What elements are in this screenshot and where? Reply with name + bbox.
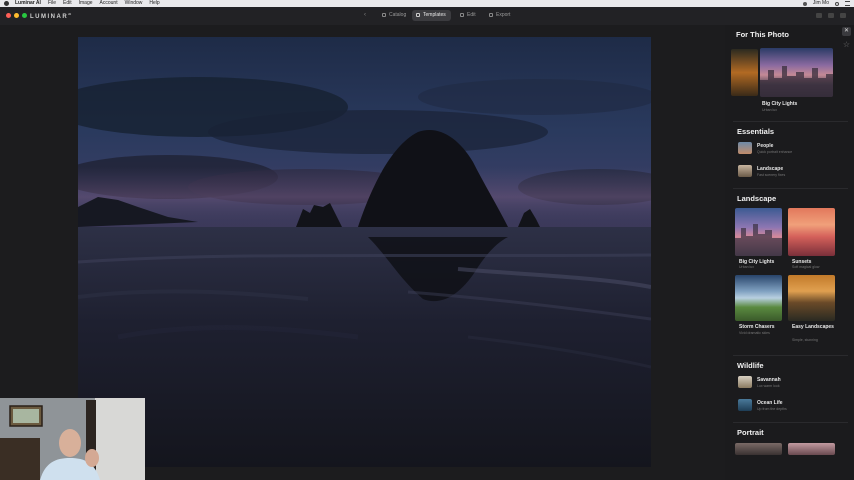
city-skyline-art — [760, 66, 833, 97]
people-template-thumb — [738, 142, 752, 154]
for-this-photo-label: Big City Lights — [762, 101, 798, 107]
window-controls — [6, 13, 27, 18]
menu-edit[interactable]: Edit — [63, 0, 72, 7]
tab-catalog[interactable]: Catalog — [378, 10, 411, 21]
menu-file[interactable]: File — [48, 0, 56, 7]
photo-artwork — [78, 77, 651, 467]
zoom-icon[interactable] — [828, 13, 834, 18]
menu-help[interactable]: Help — [149, 0, 159, 7]
essentials-item-sub: Quick portrait enhance — [757, 150, 793, 154]
menu-image[interactable]: Image — [79, 0, 93, 7]
search-icon[interactable] — [835, 1, 839, 6]
section-title-essentials: Essentials — [737, 127, 775, 136]
zoom-window-button[interactable] — [22, 13, 27, 18]
apple-icon[interactable] — [4, 1, 9, 6]
landscape-item-sub: Soft magical glow — [792, 265, 820, 269]
compare-icon[interactable] — [816, 13, 822, 18]
for-this-photo-thumb-prev[interactable] — [731, 49, 758, 96]
ocean-life-template-thumb — [738, 399, 752, 411]
section-title-for-this-photo: For This Photo — [736, 30, 789, 39]
webcam-artwork — [0, 398, 145, 480]
divider — [733, 121, 848, 122]
webcam-video — [0, 398, 145, 480]
magic-wand-icon[interactable]: ✕ — [842, 27, 851, 36]
landscape-item-label: Easy Landscapes — [792, 324, 834, 330]
easy-landscapes-thumb — [788, 275, 835, 321]
minimize-window-button[interactable] — [14, 13, 19, 18]
divider — [733, 355, 848, 356]
menu-window[interactable]: Window — [125, 0, 143, 7]
wildlife-item-sub: Lux warm look — [757, 384, 780, 388]
for-this-photo-sub: Urban lux — [762, 108, 777, 112]
menu-list-icon[interactable] — [845, 1, 850, 6]
close-window-button[interactable] — [6, 13, 11, 18]
divider — [733, 188, 848, 189]
essentials-item-label: People — [757, 143, 774, 149]
catalog-icon — [382, 13, 386, 17]
landscape-item-sub: Vivid dramatic skies — [739, 331, 770, 335]
tab-edit[interactable]: Edit — [456, 10, 481, 21]
savannah-template-thumb — [738, 376, 752, 388]
more-icon[interactable] — [840, 13, 846, 18]
main-photo[interactable] — [78, 37, 651, 467]
back-arrow-icon[interactable]: ‹ — [364, 12, 370, 18]
tab-export[interactable]: Export — [485, 10, 515, 21]
wildlife-item-label: Savannah — [757, 377, 781, 383]
section-title-portrait: Portrait — [737, 428, 764, 437]
wildlife-item-label: Ocean Life — [757, 400, 783, 406]
sunsets-thumb — [788, 208, 835, 256]
section-title-wildlife: Wildlife — [737, 361, 764, 370]
user-icon[interactable] — [802, 1, 807, 6]
favorite-star-icon[interactable]: ☆ — [842, 40, 851, 49]
section-title-landscape: Landscape — [737, 194, 777, 203]
templates-panel[interactable]: ✕ ☆ For This Photo Big City Lights Urban… — [725, 25, 854, 480]
app-toolbar: LUMINARAI ‹ Catalog Templates Edit Expor… — [0, 7, 854, 25]
menu-app-name[interactable]: Luminar AI — [15, 0, 41, 7]
essentials-item-sub: Fast scenery fixes — [757, 173, 786, 177]
city-skyline-art — [735, 224, 782, 256]
edit-icon — [460, 13, 464, 17]
system-menu-bar: Luminar AI File Edit Image Account Windo… — [0, 0, 854, 7]
landscape-template-thumb — [738, 165, 752, 177]
menubar-user[interactable]: Jim Mo — [813, 0, 829, 7]
export-icon — [489, 13, 493, 17]
storm-chasers-thumb — [735, 275, 782, 321]
toolbar-right-icons — [816, 13, 846, 18]
menu-account[interactable]: Account — [100, 0, 118, 7]
portrait-thumb-2[interactable] — [788, 443, 835, 455]
divider — [733, 422, 848, 423]
for-this-photo-thumb-big-city-lights[interactable] — [760, 48, 833, 97]
landscape-item-sub: Simple, stunning — [792, 338, 818, 342]
landscape-item-label: Storm Chasers — [739, 324, 775, 330]
panel-tools: ✕ ☆ — [842, 27, 851, 49]
app-logo: LUMINARAI — [30, 12, 72, 20]
essentials-item-label: Landscape — [757, 166, 784, 172]
templates-icon — [416, 13, 420, 17]
landscape-item-sub: Urban lux — [739, 265, 754, 269]
portrait-thumb-1[interactable] — [735, 443, 782, 455]
tab-templates[interactable]: Templates — [412, 10, 451, 21]
wildlife-item-sub: Up from the depths — [757, 407, 787, 411]
big-city-lights-thumb — [735, 208, 782, 256]
